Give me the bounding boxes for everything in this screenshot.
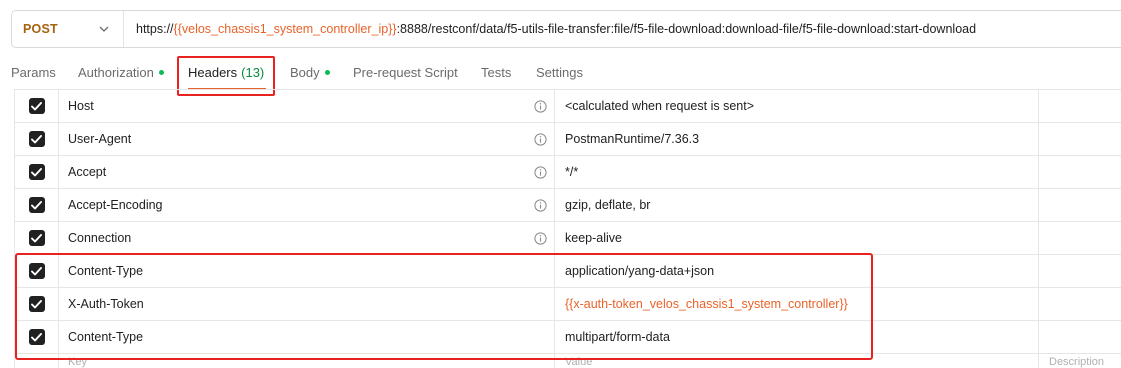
tab-tests-label: Tests	[481, 65, 512, 80]
header-description-cell[interactable]	[1039, 288, 1121, 320]
header-row: Host <calculated when request is sent>	[15, 90, 1121, 123]
header-description-cell[interactable]	[1039, 156, 1121, 188]
header-description-cell[interactable]	[1039, 123, 1121, 155]
checkmark-icon	[28, 329, 45, 345]
header-key-cell[interactable]: X-Auth-Token	[59, 288, 555, 320]
key-placeholder: Key	[68, 356, 87, 368]
checkmark-icon	[28, 230, 45, 246]
method-label: POST	[23, 22, 58, 36]
header-value: {{x-auth-token_velos_chassis1_system_con…	[565, 297, 848, 311]
tab-params-label: Params	[11, 65, 56, 80]
description-placeholder: Description	[1049, 356, 1105, 368]
header-value: */*	[565, 165, 579, 179]
header-key-cell[interactable]: Host	[59, 90, 555, 122]
tab-settings[interactable]: Settings	[536, 65, 583, 80]
header-key: Accept-Encoding	[68, 198, 163, 212]
header-key: User-Agent	[68, 132, 132, 146]
header-row: User-Agent PostmanRuntime/7.36.3	[15, 123, 1121, 156]
header-enable-checkbox[interactable]	[15, 288, 59, 320]
header-value-cell[interactable]: application/yang-data+json	[555, 255, 1039, 287]
status-dot	[158, 70, 164, 75]
url-variable: {{velos_chassis1_system_controller_ip}}	[173, 22, 397, 36]
chevron-down-icon	[99, 26, 109, 32]
request-tabs: Params Authorization Headers (13) Body Pr…	[0, 58, 1121, 90]
url-prefix: https://	[136, 22, 174, 36]
header-key: Content-Type	[68, 330, 144, 344]
header-value-cell[interactable]: multipart/form-data	[555, 321, 1039, 353]
header-row: Content-Type multipart/form-data	[15, 321, 1121, 354]
tab-body[interactable]: Body	[290, 65, 330, 80]
url-input[interactable]: https://{{velos_chassis1_system_controll…	[124, 22, 976, 36]
header-value: gzip, deflate, br	[565, 198, 651, 212]
header-key: Host	[68, 99, 94, 113]
checkmark-icon	[28, 263, 45, 279]
header-value-cell[interactable]: */*	[555, 156, 1039, 188]
header-enable-checkbox[interactable]	[15, 90, 59, 122]
header-row: Accept-Encoding gzip, deflate, br	[15, 189, 1121, 222]
header-value: <calculated when request is sent>	[565, 99, 755, 113]
checkmark-icon	[28, 131, 45, 147]
value-placeholder: Value	[565, 356, 593, 368]
checkmark-icon	[28, 98, 45, 114]
header-value: application/yang-data+json	[565, 264, 715, 278]
tab-settings-label: Settings	[536, 65, 583, 80]
header-enable-checkbox[interactable]	[15, 123, 59, 155]
header-value: multipart/form-data	[565, 330, 670, 344]
info-icon[interactable]	[534, 232, 547, 245]
header-value-cell[interactable]: gzip, deflate, br	[555, 189, 1039, 221]
header-value-cell[interactable]: <calculated when request is sent>	[555, 90, 1039, 122]
header-row: X-Auth-Token {{x-auth-token_velos_chassis…	[15, 288, 1121, 321]
header-key-cell[interactable]: Accept	[59, 156, 555, 188]
header-row: Accept */*	[15, 156, 1121, 189]
header-key-cell[interactable]: Accept-Encoding	[59, 189, 555, 221]
header-key-cell[interactable]: Content-Type	[59, 255, 555, 287]
header-key: X-Auth-Token	[68, 297, 144, 311]
header-enable-checkbox[interactable]	[15, 255, 59, 287]
header-description-cell[interactable]	[1039, 222, 1121, 254]
info-icon[interactable]	[534, 199, 547, 212]
url-suffix: :8888/restconf/data/f5-utils-file-transf…	[396, 22, 977, 36]
header-description-cell[interactable]	[1039, 321, 1121, 353]
header-value-cell[interactable]: PostmanRuntime/7.36.3	[555, 123, 1039, 155]
header-enable-checkbox[interactable]	[15, 321, 59, 353]
checkmark-icon	[28, 197, 45, 213]
tab-params[interactable]: Params	[11, 65, 56, 80]
header-enable-checkbox[interactable]	[15, 189, 59, 221]
header-value: PostmanRuntime/7.36.3	[565, 132, 700, 146]
header-row: Content-Type application/yang-data+json	[15, 255, 1121, 288]
header-key-cell[interactable]: User-Agent	[59, 123, 555, 155]
info-icon[interactable]	[534, 166, 547, 179]
header-key: Connection	[68, 231, 132, 245]
tab-prerequest-script[interactable]: Pre-request Script	[353, 65, 458, 80]
info-icon[interactable]	[534, 100, 547, 113]
header-row: Connection keep-alive	[15, 222, 1121, 255]
request-url-bar: POST https://{{velos_chassis1_system_con…	[11, 10, 1121, 48]
info-icon[interactable]	[534, 133, 547, 146]
header-key: Accept	[68, 165, 107, 179]
tab-authorization[interactable]: Authorization	[78, 65, 164, 80]
header-enable-checkbox[interactable]	[15, 222, 59, 254]
headers-table: Host <calculated when request is sent> Use…	[14, 89, 1121, 368]
header-key-cell[interactable]: Connection	[59, 222, 555, 254]
tab-authorization-label: Authorization	[78, 65, 154, 80]
tab-body-label: Body	[290, 65, 320, 80]
header-enable-checkbox[interactable]	[15, 156, 59, 188]
header-key: Content-Type	[68, 264, 144, 278]
tab-tests[interactable]: Tests	[481, 65, 511, 80]
status-dot	[324, 70, 330, 75]
header-description-cell[interactable]	[1039, 255, 1121, 287]
header-description-cell[interactable]	[1039, 189, 1121, 221]
header-key-cell[interactable]: Content-Type	[59, 321, 555, 353]
method-selector[interactable]: POST	[12, 11, 124, 47]
checkmark-icon	[28, 164, 45, 180]
tab-prerequest-label: Pre-request Script	[353, 65, 458, 80]
header-value-cell[interactable]: {{x-auth-token_velos_chassis1_system_con…	[555, 288, 1039, 320]
header-description-cell[interactable]	[1039, 90, 1121, 122]
checkmark-icon	[28, 296, 45, 312]
header-value: keep-alive	[565, 231, 622, 245]
header-value-cell[interactable]: keep-alive	[555, 222, 1039, 254]
